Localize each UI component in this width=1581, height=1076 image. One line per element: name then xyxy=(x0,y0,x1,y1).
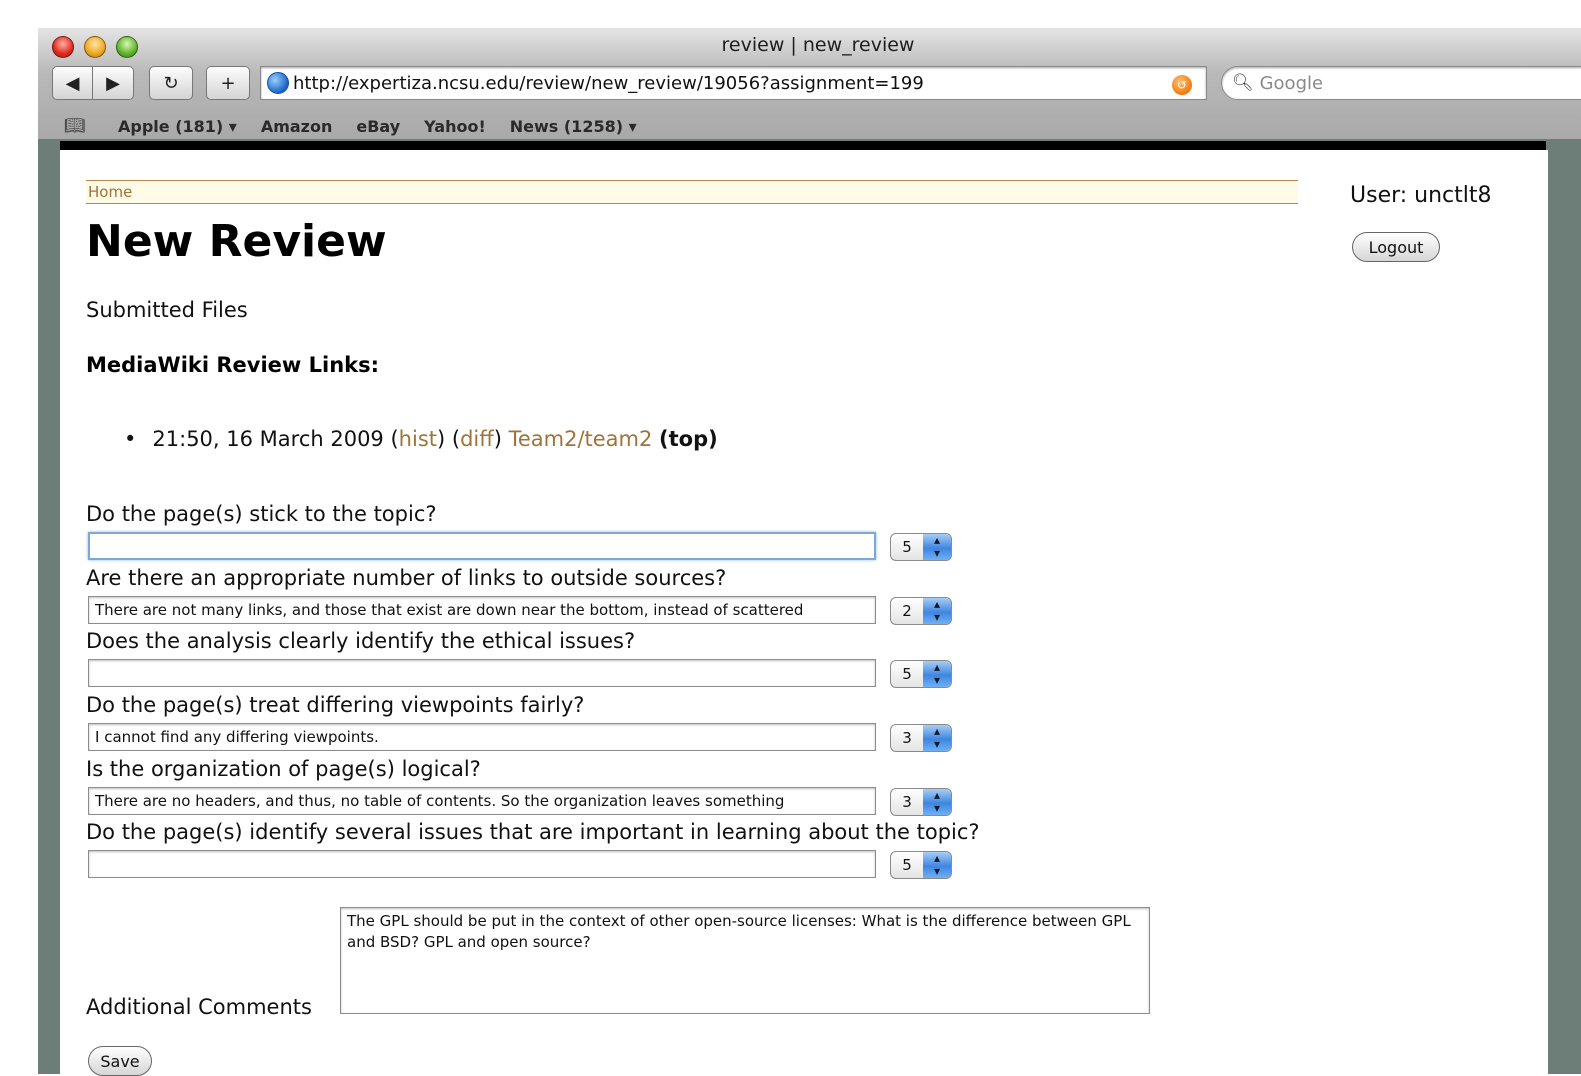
back-button[interactable]: ◀ xyxy=(52,66,93,100)
page-content: Home User: unctlt8 Logout New Review Sub… xyxy=(60,150,1548,1076)
score-value: 5 xyxy=(902,538,912,556)
question-comment-input[interactable]: There are no headers, and thus, no table… xyxy=(88,787,876,815)
forward-arrow-icon: ▶ xyxy=(106,72,120,94)
additional-comments-textarea[interactable]: The GPL should be put in the context of … xyxy=(340,907,1150,1014)
select-arrows-icon: ▴ ▾ xyxy=(923,725,951,751)
search-placeholder: Google xyxy=(1259,72,1324,94)
bookmarks-bar: 📖︎ Apple (181) ▾ Amazon eBay Yahoo! News… xyxy=(38,112,1581,140)
bookmark-yahoo[interactable]: Yahoo! xyxy=(424,117,486,136)
search-icon: 🔍︎ xyxy=(1232,73,1254,93)
question-label: Are there an appropriate number of links… xyxy=(86,566,727,590)
question-label: Do the page(s) stick to the topic? xyxy=(86,502,437,526)
user-label: User: unctlt8 xyxy=(1350,183,1492,208)
question-label: Do the page(s) treat differing viewpoint… xyxy=(86,693,585,717)
bullet-icon: • xyxy=(124,427,137,451)
select-arrows-icon: ▴ ▾ xyxy=(923,789,951,815)
plus-icon: + xyxy=(220,72,236,94)
globe-icon xyxy=(267,72,289,94)
url-text: http://expertiza.ncsu.edu/review/new_rev… xyxy=(293,72,924,94)
page-link[interactable]: Team2/team2 xyxy=(509,427,653,451)
logout-button[interactable]: Logout xyxy=(1352,232,1440,262)
score-value: 5 xyxy=(902,665,912,683)
page-top-border xyxy=(60,141,1546,150)
score-select[interactable]: 5 ▴ ▾ xyxy=(890,533,952,561)
revision-item: • 21:50, 16 March 2009 (hist) (diff) Team… xyxy=(124,427,718,451)
reload-button[interactable]: ↻ xyxy=(149,66,193,100)
search-field[interactable]: 🔍︎ Google xyxy=(1221,66,1581,100)
question-comment-input[interactable] xyxy=(88,659,876,687)
question-label: Is the organization of page(s) logical? xyxy=(86,757,481,781)
select-arrows-icon: ▴ ▾ xyxy=(923,852,951,878)
bookmark-news[interactable]: News (1258) ▾ xyxy=(510,117,637,136)
score-value: 2 xyxy=(902,602,912,620)
question-comment-input[interactable] xyxy=(88,532,876,560)
question-label: Do the page(s) identify several issues t… xyxy=(86,820,980,844)
top-tag: (top) xyxy=(659,427,718,451)
forward-button[interactable]: ▶ xyxy=(93,66,134,100)
question-label: Does the analysis clearly identify the e… xyxy=(86,629,636,653)
question-comment-input[interactable]: I cannot find any differing viewpoints. xyxy=(88,723,876,751)
bookmark-amazon[interactable]: Amazon xyxy=(261,117,333,136)
revision-timestamp: 21:50, 16 March 2009 xyxy=(152,427,384,451)
score-value: 5 xyxy=(902,856,912,874)
breadcrumb: Home xyxy=(86,180,1298,204)
address-bar[interactable]: http://expertiza.ncsu.edu/review/new_rev… xyxy=(260,66,1207,100)
browser-toolbar: review | new_review ◀ ▶ ↻ + http://exper… xyxy=(38,28,1581,140)
snapback-icon[interactable]: ↺ xyxy=(1172,75,1192,95)
additional-comments-label: Additional Comments xyxy=(86,995,312,1019)
score-select[interactable]: 5 ▴ ▾ xyxy=(890,660,952,688)
page-title: New Review xyxy=(86,216,387,267)
reload-icon: ↻ xyxy=(163,72,179,94)
select-arrows-icon: ▴ ▾ xyxy=(923,534,951,560)
bookmarks-book-icon[interactable]: 📖︎ xyxy=(64,116,94,136)
score-select[interactable]: 3 ▴ ▾ xyxy=(890,788,952,816)
add-bookmark-button[interactable]: + xyxy=(206,66,250,100)
back-arrow-icon: ◀ xyxy=(65,72,80,94)
select-arrows-icon: ▴ ▾ xyxy=(923,661,951,687)
window-title: review | new_review xyxy=(721,34,915,56)
submitted-files-label: Submitted Files xyxy=(86,298,248,322)
bookmark-apple[interactable]: Apple (181) ▾ xyxy=(118,117,237,136)
question-comment-input[interactable] xyxy=(88,850,876,878)
score-value: 3 xyxy=(902,729,912,747)
question-comment-input[interactable]: There are not many links, and those that… xyxy=(88,596,876,624)
score-select[interactable]: 3 ▴ ▾ xyxy=(890,724,952,752)
score-select[interactable]: 5 ▴ ▾ xyxy=(890,851,952,879)
score-select[interactable]: 2 ▴ ▾ xyxy=(890,597,952,625)
bookmark-ebay[interactable]: eBay xyxy=(356,117,400,136)
select-arrows-icon: ▴ ▾ xyxy=(923,598,951,624)
hist-link[interactable]: hist xyxy=(399,427,437,451)
home-link[interactable]: Home xyxy=(88,183,132,201)
score-value: 3 xyxy=(902,793,912,811)
save-button[interactable]: Save xyxy=(88,1046,152,1076)
diff-link[interactable]: diff xyxy=(460,427,494,451)
mediawiki-links-heading: MediaWiki Review Links: xyxy=(86,353,380,377)
